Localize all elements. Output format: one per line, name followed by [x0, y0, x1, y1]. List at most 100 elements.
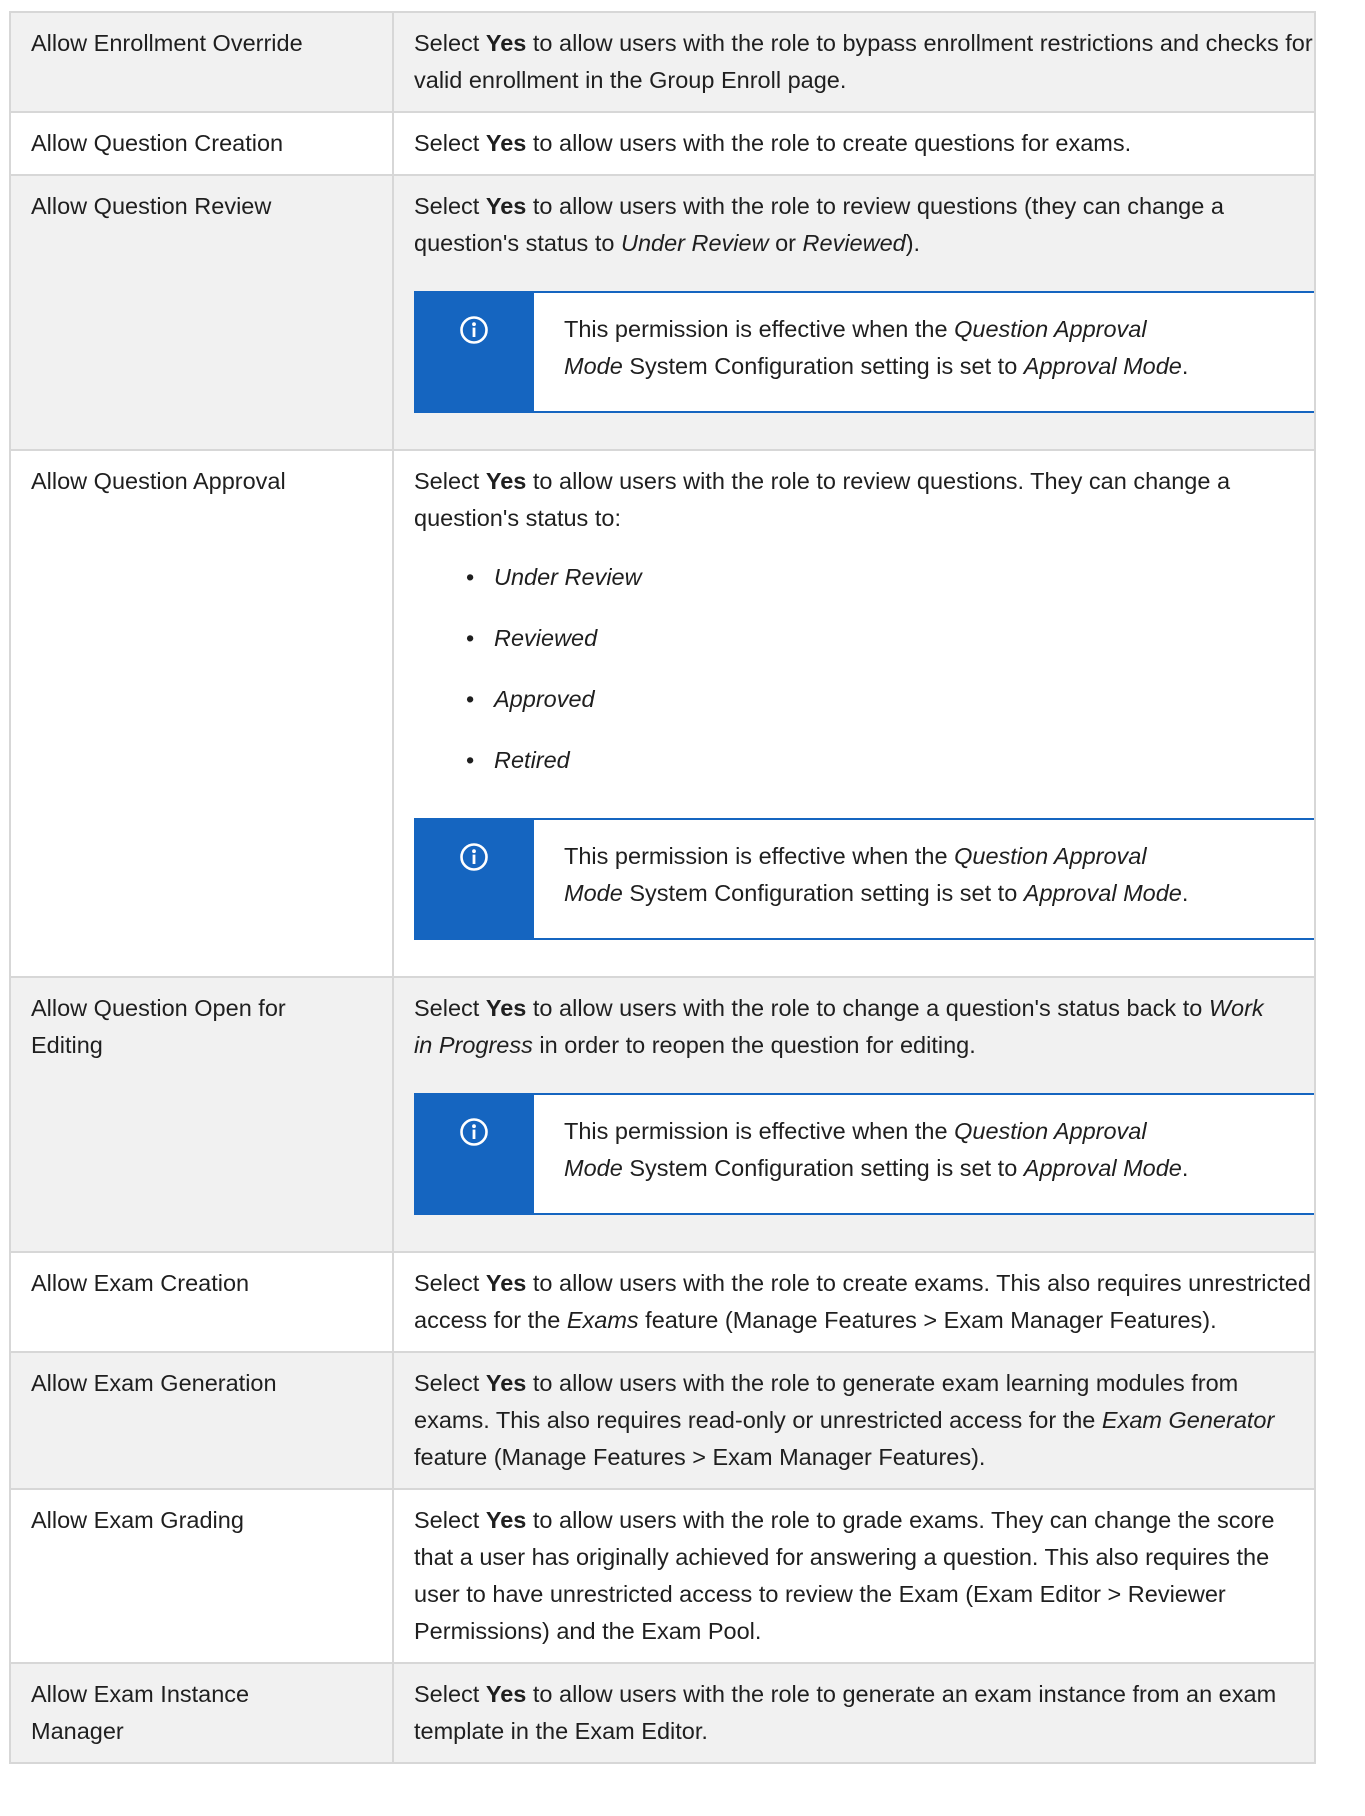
- description-text: Select Yes to allow users with the role …: [414, 1365, 1314, 1476]
- table-row: Allow Question Open for Editing Select Ye…: [9, 976, 1316, 1253]
- yes-emphasis: Yes: [485, 1370, 527, 1396]
- permission-description: Select Yes to allow users with the role …: [392, 1351, 1316, 1490]
- info-note-bar: [414, 820, 534, 938]
- text-run: Select: [414, 1270, 486, 1296]
- info-note-text: This permission is effective when the Qu…: [534, 820, 1188, 938]
- setting-name: Mode: [564, 1155, 623, 1181]
- bullet: •: [466, 564, 475, 590]
- status-term: Work: [1208, 995, 1264, 1021]
- text-run: ).: [905, 230, 921, 256]
- feature-term: Exams: [566, 1307, 639, 1333]
- permission-description: Select Yes to allow users with the role …: [392, 976, 1316, 1253]
- permission-name: Allow Question Approval: [9, 449, 394, 978]
- permission-name: Allow Question Review: [9, 174, 394, 451]
- yes-emphasis: Yes: [485, 1270, 527, 1296]
- description-text: Select Yes to allow users with the role …: [414, 1502, 1314, 1650]
- text-run: Select: [414, 1370, 486, 1396]
- yes-emphasis: Yes: [485, 1507, 527, 1533]
- setting-name: Mode: [564, 880, 623, 906]
- text-run: or: [768, 230, 803, 256]
- status-term: Under Review: [620, 230, 769, 256]
- status-term: in Progress: [414, 1032, 533, 1058]
- list-item: • Approved: [414, 673, 1314, 734]
- table-row: Allow Exam Instance Manager Select Yes to…: [9, 1662, 1316, 1764]
- info-note-text: This permission is effective when the Qu…: [534, 293, 1188, 411]
- permission-description: Select Yes to allow users with the role …: [392, 174, 1316, 451]
- text-run: to allow users with the role to create q…: [526, 130, 1132, 156]
- text-run: feature (Manage Features > Exam Manager …: [638, 1307, 1217, 1333]
- info-note-bar: [414, 1095, 534, 1213]
- text-run: to allow users with the role to generate…: [414, 1681, 1277, 1744]
- setting-value: Approval Mode: [1023, 353, 1182, 379]
- permission-name-text: Allow Question Review: [31, 193, 272, 219]
- yes-emphasis: Yes: [485, 995, 527, 1021]
- text-run: .: [1181, 353, 1189, 379]
- list-item-text: Under Review: [494, 564, 642, 590]
- permission-name-text: Allow Enrollment Override: [31, 30, 303, 56]
- bullet: •: [466, 747, 475, 773]
- table-row: Allow Exam Generation Select Yes to allo…: [9, 1351, 1316, 1490]
- setting-name: Question Approval: [954, 316, 1147, 342]
- permission-name: Allow Exam Instance Manager: [9, 1662, 394, 1764]
- info-note-bar: [414, 293, 534, 411]
- text-run: Select: [414, 130, 486, 156]
- table-row: Allow Exam Grading Select Yes to allow u…: [9, 1488, 1316, 1664]
- setting-name: Mode: [564, 353, 623, 379]
- info-note: This permission is effective when the Qu…: [414, 1093, 1314, 1215]
- permission-description: Select Yes to allow users with the role …: [392, 111, 1316, 176]
- info-circle-icon: [459, 315, 489, 411]
- list-item: • Reviewed: [414, 612, 1314, 673]
- setting-name: Question Approval: [954, 1118, 1147, 1144]
- permission-name-text: Allow Exam Creation: [31, 1270, 250, 1296]
- list-item: • Retired: [414, 734, 1314, 795]
- bullet: •: [466, 686, 475, 712]
- permission-name: Allow Exam Grading: [9, 1488, 394, 1664]
- text-run: .: [1181, 1155, 1189, 1181]
- permission-name: Allow Exam Creation: [9, 1251, 394, 1353]
- permission-name-text: Allow Question Open for: [31, 995, 286, 1021]
- description-text: Select Yes to allow users with the role …: [414, 990, 1314, 1064]
- permissions-table: Allow Enrollment Override Select Yes to …: [9, 11, 1316, 1764]
- table-row: Allow Question Review Select Yes to allo…: [9, 174, 1316, 451]
- list-item-text: Reviewed: [494, 625, 598, 651]
- table-row: Allow Exam Creation Select Yes to allow …: [9, 1251, 1316, 1353]
- table-row: Allow Enrollment Override Select Yes to …: [9, 11, 1316, 113]
- text-run: to allow users with the role to bypass e…: [414, 30, 1313, 93]
- permission-name: Allow Enrollment Override: [9, 11, 394, 113]
- info-circle-icon: [459, 842, 489, 938]
- list-item-text: Retired: [494, 747, 570, 773]
- permission-name-text: Allow Exam Grading: [31, 1507, 244, 1533]
- text-run: .: [1181, 880, 1189, 906]
- bullet: •: [466, 625, 475, 651]
- setting-name: Question Approval: [954, 843, 1147, 869]
- setting-value: Approval Mode: [1023, 880, 1182, 906]
- text-run: This permission is effective when the: [564, 843, 955, 869]
- yes-emphasis: Yes: [485, 130, 527, 156]
- list-item: • Under Review: [414, 551, 1314, 612]
- list-item-text: Approved: [494, 686, 595, 712]
- status-term: Reviewed: [802, 230, 906, 256]
- permission-name: Allow Question Creation: [9, 111, 394, 176]
- permission-description: Select Yes to allow users with the role …: [392, 1662, 1316, 1764]
- permission-name-text: Allow Exam Instance: [31, 1681, 250, 1707]
- text-run: in order to reopen the question for edit…: [532, 1032, 976, 1058]
- info-circle-icon: [459, 1117, 489, 1213]
- text-run: to allow users with the role to change a…: [526, 995, 1209, 1021]
- text-run: This permission is effective when the: [564, 1118, 955, 1144]
- description-text: Select Yes to allow users with the role …: [414, 188, 1314, 262]
- text-run: System Configuration setting is set to: [622, 353, 1024, 379]
- description-text: Select Yes to allow users with the role …: [414, 1265, 1314, 1339]
- table-row: Allow Question Creation Select Yes to al…: [9, 111, 1316, 176]
- text-run: Select: [414, 1507, 486, 1533]
- yes-emphasis: Yes: [485, 193, 527, 219]
- text-run: to allow users with the role to grade ex…: [414, 1507, 1275, 1644]
- permission-name: Allow Exam Generation: [9, 1351, 394, 1490]
- text-run: This permission is effective when the: [564, 316, 955, 342]
- yes-emphasis: Yes: [485, 1681, 527, 1707]
- description-text: Select Yes to allow users with the role …: [414, 1676, 1314, 1750]
- permission-name-text: Allow Exam Generation: [31, 1370, 277, 1396]
- permission-name-text: Editing: [31, 1032, 103, 1058]
- description-text: Select Yes to allow users with the role …: [414, 25, 1314, 99]
- yes-emphasis: Yes: [485, 468, 527, 494]
- info-note: This permission is effective when the Qu…: [414, 818, 1314, 940]
